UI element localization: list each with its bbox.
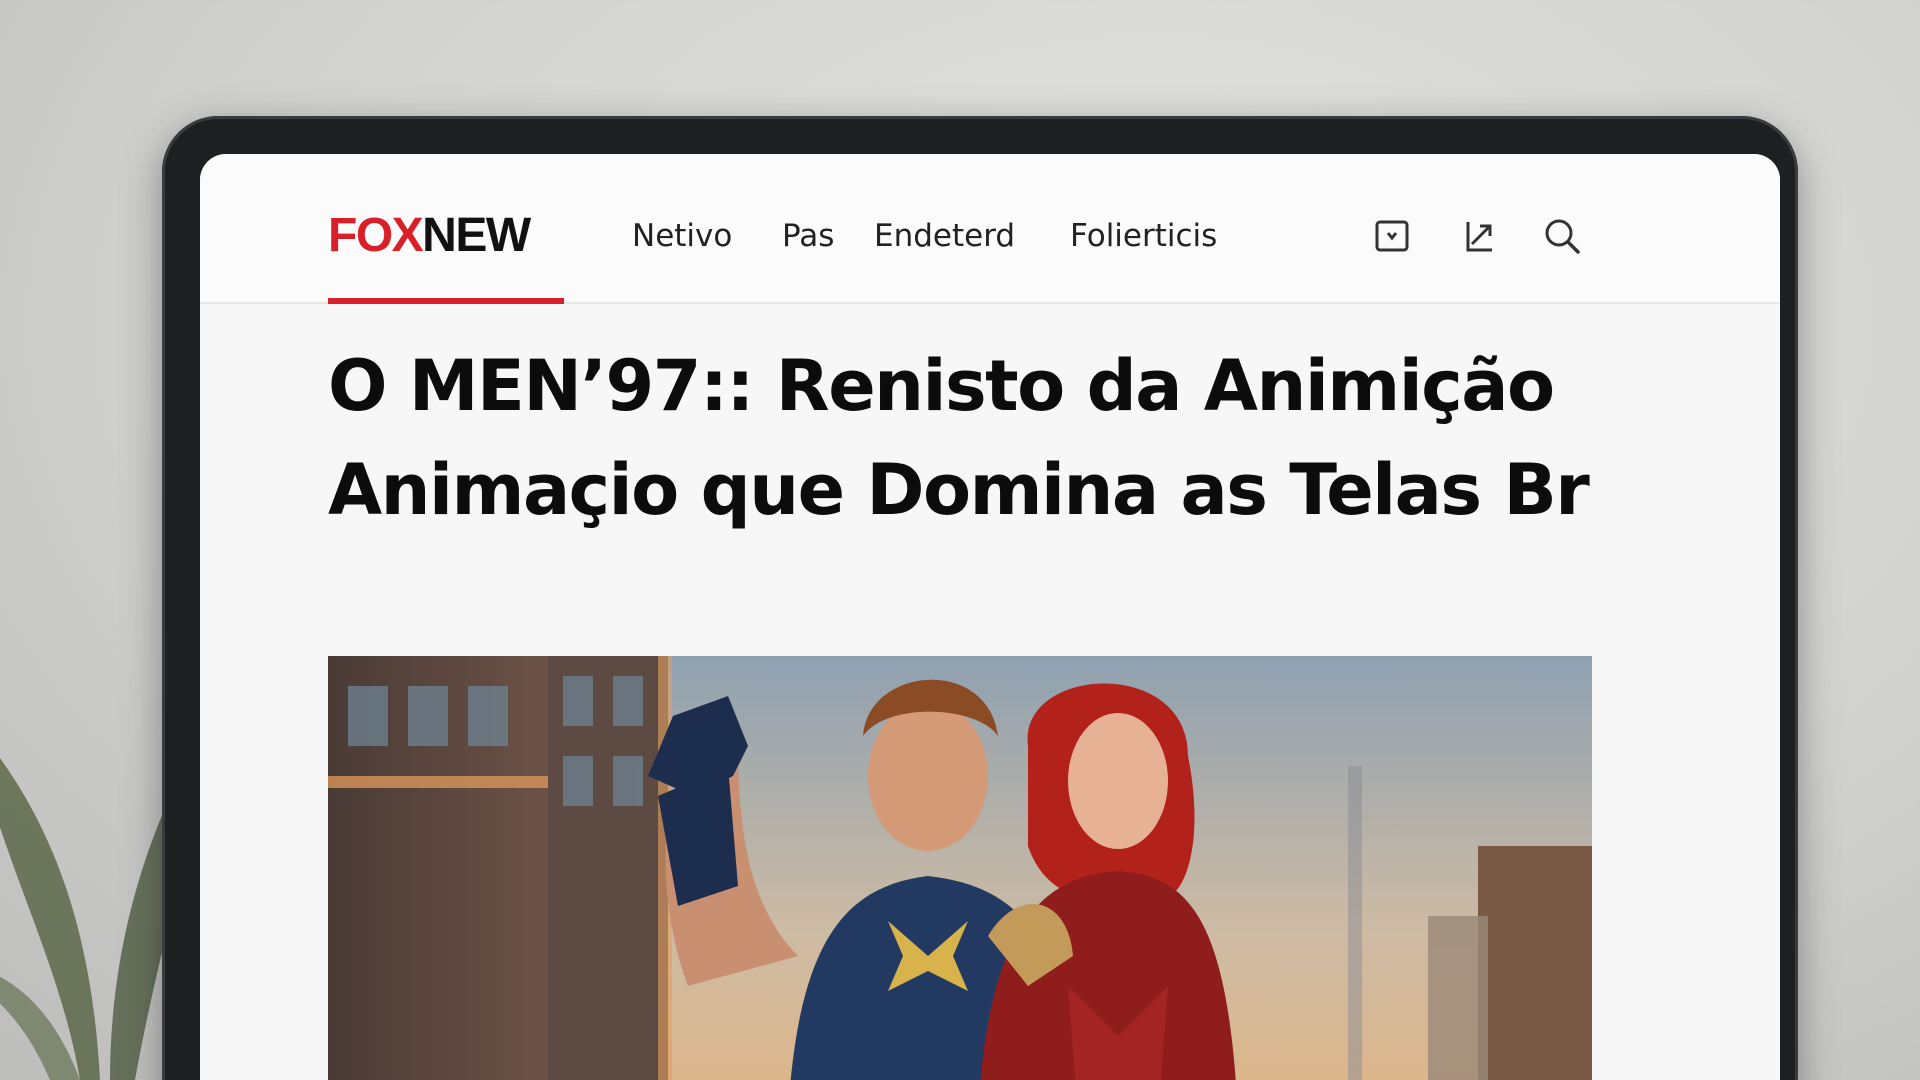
nav-item-netivo[interactable]: Netivo xyxy=(632,218,732,254)
logo-secondary: NEW xyxy=(422,209,531,262)
site-logo[interactable]: FOXNEW xyxy=(328,209,531,262)
share-icon[interactable] xyxy=(1458,214,1502,258)
hero-illustration xyxy=(328,656,1592,1080)
laptop-frame: FOXNEW Netivo Pas Endeterd Folierticis O… xyxy=(162,116,1798,1080)
bookmark-icon[interactable] xyxy=(1370,214,1414,258)
headline-line-1: O MEN’97:: Renisto da Animição xyxy=(328,345,1555,427)
headline-line-2: Animaçio que Domina as Telas Br xyxy=(328,449,1590,531)
nav-item-endeterd[interactable]: Endeterd xyxy=(874,218,1015,254)
nav-item-folierticis[interactable]: Folierticis xyxy=(1070,218,1217,254)
search-icon[interactable] xyxy=(1540,214,1584,258)
nav-item-pas[interactable]: Pas xyxy=(782,218,834,254)
article-headline: O MEN’97:: Renisto da Animição Animaçio … xyxy=(328,334,1688,542)
logo-underline xyxy=(328,298,564,304)
browser-viewport: FOXNEW Netivo Pas Endeterd Folierticis O… xyxy=(200,154,1780,1080)
logo-primary: FOX xyxy=(328,209,424,262)
site-header: FOXNEW Netivo Pas Endeterd Folierticis xyxy=(200,154,1780,304)
hero-image[interactable] xyxy=(328,656,1592,1080)
